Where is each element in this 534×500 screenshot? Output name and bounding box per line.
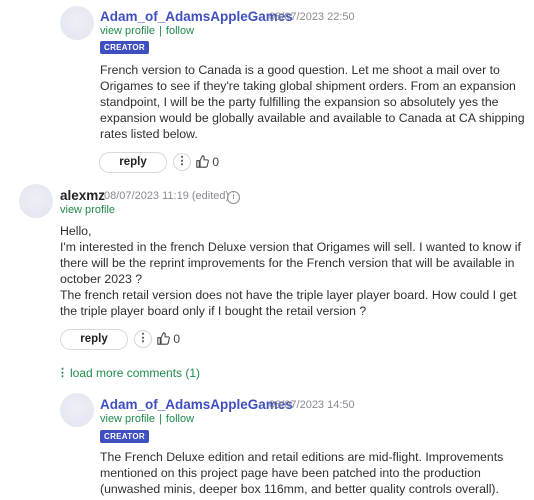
vertical-dots-icon: ⋮ — [57, 367, 68, 379]
creator-badge: CREATOR — [100, 430, 149, 443]
view-profile-link[interactable]: view profile — [100, 413, 155, 425]
link-separator: | — [159, 413, 162, 425]
comment-body: Hello, I'm interested in the french Delu… — [60, 223, 521, 319]
follow-link[interactable]: follow — [166, 413, 194, 425]
avatar — [19, 184, 53, 218]
follow-link[interactable]: follow — [166, 25, 194, 37]
comment-line: The french retail version does not have … — [60, 288, 517, 302]
comment-line: Hello, — [60, 224, 92, 238]
view-profile-link[interactable]: view profile — [100, 25, 155, 37]
like-button[interactable]: 0 — [157, 332, 180, 346]
more-options-icon[interactable]: ⋮ — [173, 153, 191, 171]
reply-button[interactable]: reply — [60, 329, 128, 350]
view-profile-link[interactable]: view profile — [60, 204, 115, 216]
comment-author[interactable]: Adam_of_AdamsAppleGames — [100, 9, 293, 24]
comment-line: I'm interested in the french Deluxe vers… — [60, 240, 521, 254]
comment-body: French version to Canada is a good quest… — [100, 62, 525, 142]
link-separator: | — [159, 25, 162, 37]
comment-line: there will be the reprint improvements f… — [60, 256, 515, 270]
comment-line: mentioned on this project page have been… — [100, 466, 481, 480]
creator-badge: CREATOR — [100, 41, 149, 54]
like-count: 0 — [173, 332, 181, 346]
comment-author[interactable]: Adam_of_AdamsAppleGames — [100, 397, 293, 412]
like-button[interactable]: 0 — [196, 155, 219, 169]
comment-line: French version to Canada is a good quest… — [100, 63, 500, 77]
comment-line: The French Deluxe edition and retail edi… — [100, 450, 504, 464]
comment-date: 08/07/2023 14:50 — [269, 399, 355, 411]
comment-line: Origames to see if they're taking global… — [100, 79, 516, 93]
profile-links: view profile | follow — [100, 413, 194, 425]
comment-body: The French Deluxe edition and retail edi… — [100, 449, 503, 497]
avatar — [60, 393, 94, 427]
comment-line: october 2023 ? — [60, 272, 143, 286]
load-more-comments-link[interactable]: load more comments (1) — [70, 366, 200, 380]
profile-links: view profile | follow — [100, 25, 194, 37]
comment-line: rates listed below. — [100, 127, 198, 141]
reply-button[interactable]: reply — [99, 152, 167, 173]
comment-line: standpoint, I will be the party fulfilli… — [100, 95, 499, 109]
avatar — [60, 6, 94, 40]
comment-date: 08/07/2023 22:50 — [269, 11, 355, 23]
thumbs-up-icon — [157, 332, 170, 345]
more-options-icon[interactable]: ⋮ — [134, 330, 152, 348]
comment-author[interactable]: alexmz — [60, 188, 105, 203]
like-count: 0 — [212, 155, 220, 169]
comment-line: the triple player board only if I bought… — [60, 304, 367, 318]
thumbs-up-icon — [196, 155, 209, 168]
comment-date: 08/07/2023 11:19 (edited) — [104, 190, 230, 202]
comment-line: (unwashed minis, deeper box 116mm, and b… — [100, 482, 499, 496]
info-icon[interactable]: i — [227, 191, 240, 204]
profile-links: view profile — [60, 204, 115, 216]
comment-line: expansion would be globally available an… — [100, 111, 525, 125]
